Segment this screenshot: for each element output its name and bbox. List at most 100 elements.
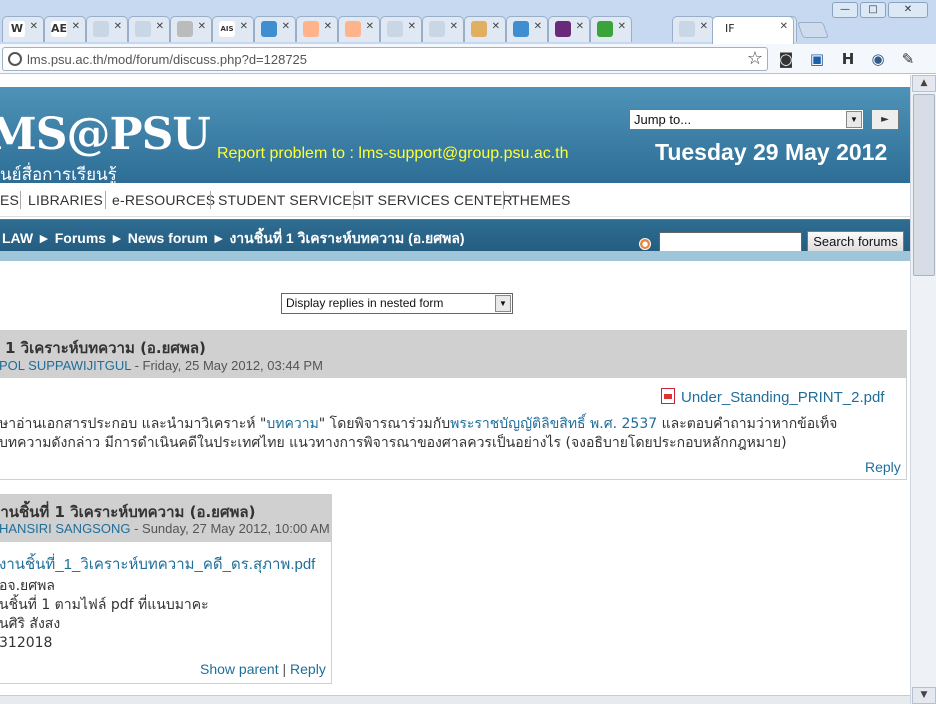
attachment-link[interactable]: Under_Standing_PRINT_2.pdf bbox=[661, 388, 884, 406]
jump-go-button[interactable]: ► bbox=[871, 109, 899, 130]
browser-tab[interactable]: ✕ bbox=[548, 16, 590, 42]
close-tab-icon[interactable]: ✕ bbox=[576, 21, 584, 32]
reply-link[interactable]: Reply bbox=[865, 459, 901, 475]
browser-tab[interactable]: ✕ bbox=[380, 16, 422, 42]
close-tab-icon[interactable]: ✕ bbox=[534, 21, 542, 32]
new-tab-button[interactable] bbox=[797, 22, 829, 38]
favicon-icon bbox=[555, 21, 571, 37]
web-page: MS@PSU นย์สื่อการเรียนรู้ Report problem… bbox=[0, 75, 910, 704]
browser-tab[interactable]: ✕ bbox=[86, 16, 128, 42]
favicon-icon bbox=[345, 21, 361, 37]
nav-item-it-services-center[interactable]: IT SERVICES CENTER bbox=[361, 192, 513, 208]
browser-tab[interactable]: ✕ bbox=[464, 16, 506, 42]
scroll-up-arrow-icon[interactable]: ▲ bbox=[912, 75, 936, 92]
attachment-link[interactable]: งานชิ้นที่_1_วิเคราะห์บทความ_คดี_ดร.สุภา… bbox=[0, 552, 315, 576]
show-parent-link[interactable]: Show parent bbox=[200, 661, 279, 677]
screen-capture-icon[interactable]: ▣ bbox=[807, 49, 827, 69]
attachment-filename[interactable]: Under_Standing_PRINT_2.pdf bbox=[681, 389, 884, 406]
nav-item-themes[interactable]: THEMES bbox=[511, 192, 571, 208]
post-body: ษาอ่านเอกสารประกอบ และนำมาวิเคราะห์ "บทค… bbox=[0, 415, 837, 453]
attachment-filename[interactable]: งานชิ้นที่_1_วิเคราะห์บทความ_คดี_ดร.สุภา… bbox=[0, 556, 315, 573]
favicon-icon bbox=[135, 21, 151, 37]
close-tab-icon[interactable]: ✕ bbox=[324, 21, 332, 32]
browser-tab[interactable]: ✕ bbox=[506, 16, 548, 42]
bookmark-star-icon[interactable]: ☆ bbox=[747, 48, 763, 69]
close-tab-icon[interactable]: ✕ bbox=[450, 21, 458, 32]
favicon-icon: AE bbox=[51, 21, 68, 37]
close-tab-icon[interactable]: ✕ bbox=[408, 21, 416, 32]
url-text[interactable]: lms.psu.ac.th/mod/forum/discuss.php?d=12… bbox=[27, 52, 307, 67]
browser-tab[interactable]: ✕ bbox=[170, 16, 212, 42]
report-problem-text: Report problem to : lms-support@group.ps… bbox=[217, 145, 569, 162]
scrollbar-thumb[interactable] bbox=[913, 94, 935, 276]
post-subject: 1 วิเคราะห์บทความ (อ.ยศพล) bbox=[5, 339, 206, 357]
browser-tab[interactable]: W ✕ bbox=[2, 16, 44, 42]
nav-item-services[interactable]: ES bbox=[0, 192, 19, 208]
browser-tab[interactable]: AIS ✕ bbox=[212, 16, 254, 42]
browser-tab[interactable]: AE ✕ bbox=[44, 16, 86, 42]
vertical-scrollbar[interactable]: ▲ ▼ bbox=[910, 75, 936, 704]
magnifier-icon[interactable]: ◉ bbox=[868, 49, 888, 69]
h-extension-icon[interactable]: H bbox=[838, 49, 858, 69]
post-commands: Show parent | Reply bbox=[200, 661, 326, 677]
post-author-link[interactable]: POL SUPPAWIJITGUL bbox=[0, 358, 131, 373]
close-tab-icon[interactable]: ✕ bbox=[240, 21, 248, 32]
breadcrumb-underline bbox=[0, 251, 910, 261]
browser-tab[interactable]: ✕ bbox=[590, 16, 632, 42]
maximize-button[interactable]: □ bbox=[860, 2, 886, 18]
post-body: อจ.ยศพล นชิ้นที่ 1 ตามไฟล์ pdf ที่แนบมาค… bbox=[0, 577, 209, 653]
scroll-down-arrow-icon[interactable]: ▼ bbox=[912, 687, 936, 704]
close-window-button[interactable]: ✕ bbox=[888, 2, 928, 18]
favicon-icon bbox=[387, 21, 403, 37]
article-link[interactable]: บทความ bbox=[266, 416, 318, 432]
post-date: - Sunday, 27 May 2012, 10:00 AM bbox=[130, 521, 330, 536]
breadcrumb[interactable]: LAW ► Forums ► News forum ► งานชิ้นที่ 1… bbox=[2, 228, 465, 250]
minimize-button[interactable]: — bbox=[832, 2, 858, 18]
rss-icon[interactable]: ● bbox=[639, 238, 651, 250]
post-author-line: POL SUPPAWIJITGUL - Friday, 25 May 2012,… bbox=[0, 358, 323, 373]
close-tab-icon[interactable]: ✕ bbox=[72, 21, 80, 32]
tab-active[interactable]: IF ✕ bbox=[712, 16, 794, 44]
display-mode-select[interactable]: Display replies in nested form ▼ bbox=[281, 293, 513, 314]
close-tab-icon[interactable]: ✕ bbox=[700, 21, 708, 32]
browser-tab[interactable]: ✕ bbox=[296, 16, 338, 42]
copyright-act-link[interactable]: พระราชบัญญัติลิขสิทธิ์ พ.ศ. 2537 bbox=[450, 416, 657, 432]
close-tab-icon[interactable]: ✕ bbox=[156, 21, 164, 32]
nav-item-libraries[interactable]: LIBRARIES bbox=[28, 192, 103, 208]
camera-icon[interactable]: ◙ bbox=[776, 49, 796, 69]
favicon-icon bbox=[261, 21, 277, 37]
active-tab-label: IF bbox=[725, 22, 735, 35]
browser-tab[interactable]: ✕ bbox=[254, 16, 296, 42]
post-author-line: HANSIRI SANGSONG - Sunday, 27 May 2012, … bbox=[0, 521, 330, 536]
close-tab-icon[interactable]: ✕ bbox=[114, 21, 122, 32]
close-tab-icon[interactable]: ✕ bbox=[282, 21, 290, 32]
favicon-icon bbox=[471, 21, 487, 37]
close-tab-icon[interactable]: ✕ bbox=[618, 21, 626, 32]
nav-separator bbox=[20, 191, 21, 209]
close-tab-icon[interactable]: ✕ bbox=[780, 21, 788, 32]
close-tab-icon[interactable]: ✕ bbox=[492, 21, 500, 32]
browser-tab[interactable]: ✕ bbox=[338, 16, 380, 42]
post-author-link[interactable]: HANSIRI SANGSONG bbox=[0, 521, 130, 536]
nav-separator bbox=[105, 191, 106, 209]
nav-item-student-services[interactable]: STUDENT SERVICES bbox=[218, 192, 362, 208]
jump-to-select[interactable]: Jump to... ▼ bbox=[629, 109, 864, 130]
nav-item-e-resources[interactable]: e-RESOURCES bbox=[112, 192, 215, 208]
address-bar[interactable]: lms.psu.ac.th/mod/forum/discuss.php?d=12… bbox=[2, 47, 768, 71]
close-tab-icon[interactable]: ✕ bbox=[366, 21, 374, 32]
wrench-icon[interactable]: ✎ bbox=[898, 49, 918, 69]
search-forums-input[interactable] bbox=[659, 232, 802, 252]
command-separator: | bbox=[282, 661, 287, 677]
site-logo[interactable]: MS@PSU bbox=[0, 109, 211, 160]
browser-tab[interactable]: ✕ bbox=[128, 16, 170, 42]
reply-link[interactable]: Reply bbox=[290, 661, 326, 677]
browser-tab[interactable]: ✕ bbox=[672, 16, 714, 42]
favicon-icon bbox=[597, 21, 613, 37]
close-tab-icon[interactable]: ✕ bbox=[198, 21, 206, 32]
browser-tab[interactable]: ✕ bbox=[422, 16, 464, 42]
post-header: งานชิ้นที่ 1 วิเคราะห์บทความ (อ.ยศพล) HA… bbox=[0, 495, 331, 542]
horizontal-scrollbar[interactable] bbox=[0, 695, 910, 704]
search-forums-button[interactable]: Search forums bbox=[807, 231, 904, 253]
close-tab-icon[interactable]: ✕ bbox=[30, 21, 38, 32]
favicon-icon: W bbox=[9, 21, 25, 37]
